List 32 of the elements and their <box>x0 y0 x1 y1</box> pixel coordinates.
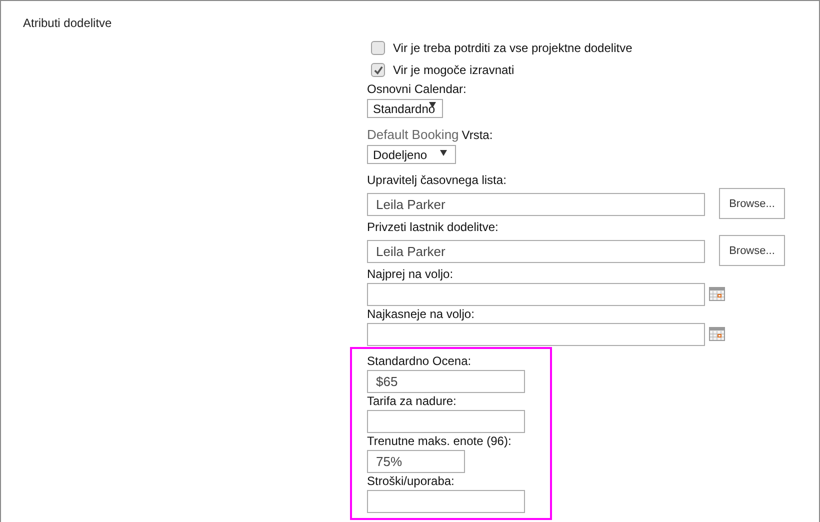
field-label: Najprej na voljo: <box>367 267 454 282</box>
field-label: Vrsta: <box>462 128 493 143</box>
field-label: Upravitelj časovnega lista: <box>367 173 506 188</box>
calendar-icon[interactable] <box>709 327 725 341</box>
text-field[interactable]: $65 <box>367 370 525 393</box>
date-field[interactable] <box>367 283 705 306</box>
checkbox[interactable] <box>371 41 385 55</box>
checkbox-label: Vir je mogoče izravnati <box>393 62 514 78</box>
text-field[interactable] <box>367 410 525 433</box>
text-field[interactable]: 75% <box>367 450 465 473</box>
field-label: Osnovni Calendar: <box>367 82 466 97</box>
text-field[interactable]: Leila Parker <box>367 240 705 262</box>
browse-button[interactable]: Browse... <box>719 188 785 219</box>
calendar-icon[interactable] <box>709 287 725 301</box>
caret-icon <box>429 102 436 108</box>
caret-icon <box>440 150 447 156</box>
field-label: Najkasneje na voljo: <box>367 307 474 322</box>
checkbox-label: Vir je treba potrditi za vse projektne dodelitve <box>393 40 632 56</box>
dropdown[interactable]: Dodeljeno <box>367 145 456 164</box>
section-title: Atributi dodelitve <box>23 16 112 30</box>
field-label: Standardno Ocena: <box>367 354 472 369</box>
date-field[interactable] <box>367 323 705 346</box>
text-field[interactable]: Leila Parker <box>367 192 705 216</box>
field-label: Tarifa za nadure: <box>367 394 456 409</box>
dropdown[interactable]: Standardno <box>367 99 443 118</box>
browse-button[interactable]: Browse... <box>719 235 785 266</box>
text-field[interactable] <box>367 490 525 513</box>
field-label: Stroški/uporaba: <box>367 474 454 489</box>
field-label: Trenutne maks. enote (96): <box>367 434 512 449</box>
field-label: Default Booking <box>367 127 459 142</box>
checkbox[interactable] <box>371 63 385 77</box>
field-label: Privzeti lastnik dodelitve: <box>367 220 498 235</box>
